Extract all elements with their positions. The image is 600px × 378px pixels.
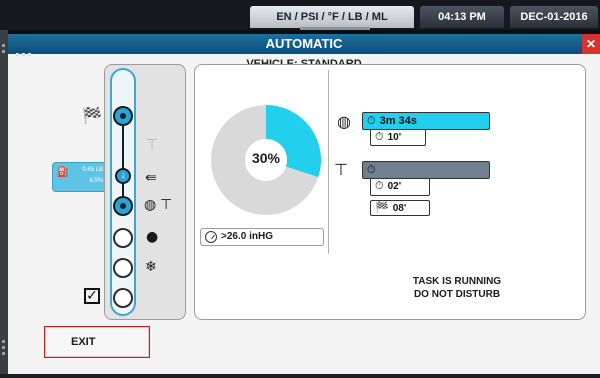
grip-dot	[2, 346, 5, 349]
date-display: DEC-01-2016	[510, 6, 598, 28]
stopwatch-icon: ⏱	[367, 114, 376, 127]
stage-node-vacuum	[113, 106, 133, 126]
vacuum-reading-value: >26.0 inHG	[221, 231, 273, 242]
stopwatch-icon: ⏱	[375, 179, 384, 192]
progress-donut: 30%	[211, 105, 321, 215]
status-line-1: TASK IS RUNNING	[412, 276, 502, 287]
units-underline	[300, 27, 370, 30]
stage-node-complete	[113, 288, 133, 308]
finish-target: 🏁 08'	[370, 200, 430, 216]
grip-dot	[2, 44, 5, 47]
arrow-down-icon: ↓	[115, 168, 131, 184]
vacuum-target-value: 10'	[387, 132, 402, 143]
stage-node-oil	[113, 228, 133, 248]
exit-button[interactable]: EXIT	[44, 326, 150, 358]
bottom-strip	[0, 374, 600, 378]
grip-dot	[2, 50, 5, 53]
checkbox-complete-icon: ✓	[84, 288, 100, 304]
stage-node-charge	[113, 258, 133, 278]
leak-target-value: 02'	[387, 181, 402, 192]
checkered-flag-icon: 🏁	[375, 201, 389, 214]
recovery-icon: ⇚	[145, 170, 157, 186]
progress-percent: 30%	[251, 150, 281, 166]
stage-node-leak-test	[113, 196, 133, 216]
window-titlebar: AUTOMATIC ✕	[8, 34, 600, 56]
grip-dot	[2, 340, 5, 343]
leak-target: ⏱ 02'	[370, 179, 430, 196]
status-line-2: DO NOT DISTURB	[413, 289, 501, 300]
time-display: 04:13 PM	[420, 6, 504, 28]
vacuum-elapsed: 3m 34s	[379, 115, 417, 127]
grip-dot	[2, 352, 5, 355]
stopwatch-icon: ⏱	[367, 163, 376, 176]
left-side-strip	[0, 30, 8, 378]
summary-line-2: 8.5%	[89, 178, 103, 184]
vacuum-pump-icon: ◍	[144, 197, 157, 213]
leak-test-icon: ⊤	[334, 160, 348, 179]
tank-icon: ⛽	[57, 167, 70, 178]
window-title: AUTOMATIC	[265, 36, 343, 51]
leak-test-icon: ⊤	[160, 197, 173, 213]
stage-progress-line	[122, 126, 124, 196]
vacuum-pump-icon: ◍	[337, 112, 351, 131]
gauge-icon	[205, 231, 217, 243]
stopwatch-icon: ⏱	[375, 130, 384, 143]
vacuum-reading: >26.0 inHG	[200, 228, 324, 246]
finish-value: 08'	[392, 203, 407, 214]
snowflake-icon: ❄	[145, 259, 157, 275]
leak-timer: ⏱	[362, 161, 490, 179]
status-bar: EN / PSI / °F / LB / ML 04:13 PM DEC-01-…	[0, 0, 600, 30]
vacuum-timer: ⏱ 3m 34s	[362, 112, 490, 130]
summary-line-1: 0.45 LB	[82, 167, 103, 173]
vacuum-target: ⏱ 10'	[370, 130, 426, 146]
panel-divider	[328, 70, 329, 254]
units-tab[interactable]: EN / PSI / °F / LB / ML	[250, 6, 414, 28]
close-icon[interactable]: ✕	[582, 34, 600, 54]
oil-drop-icon: ●	[146, 229, 159, 245]
checkered-flag-icon: 🏁	[82, 106, 102, 125]
refrigerant-summary-card[interactable]: ⛽ 0.45 LB 8.5%	[52, 162, 108, 192]
valve-icon: ⊤	[146, 137, 159, 153]
